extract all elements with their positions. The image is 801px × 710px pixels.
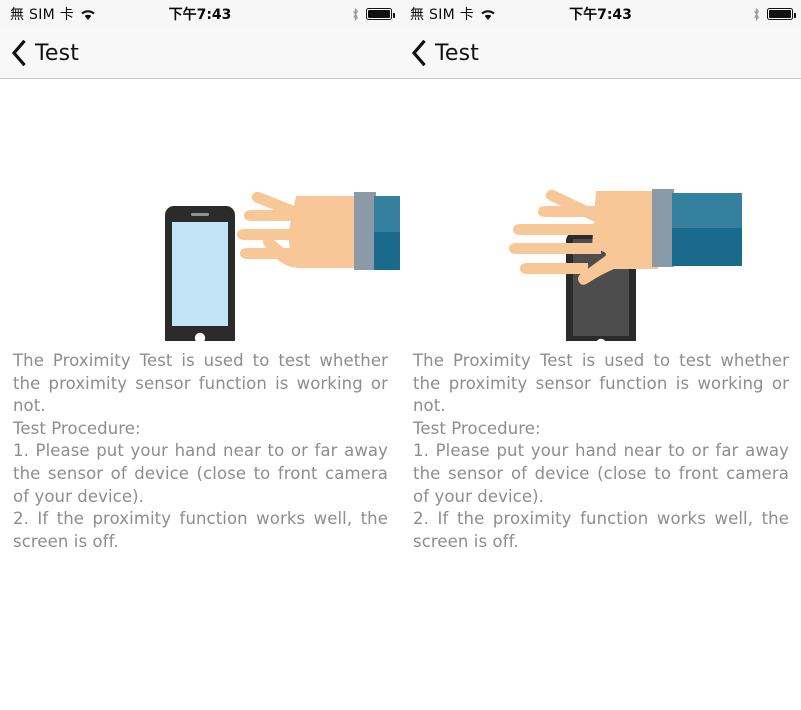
instruction-paragraph-1: The Proximity Test is used to test wheth… (13, 351, 388, 416)
instruction-paragraph-4: 2. If the proximity function works well,… (413, 509, 789, 551)
instruction-paragraph-4: 2. If the proximity function works well,… (13, 509, 388, 551)
status-bar-time: 下午7:43 (168, 7, 232, 23)
status-bar: 無 SIM 卡 下午7:43 (0, 0, 400, 28)
status-bar-right (752, 0, 796, 28)
status-bar-right (351, 0, 395, 28)
instructions-text: The Proximity Test is used to test wheth… (413, 350, 789, 553)
battery-icon (366, 8, 395, 20)
phone-graphic-on (165, 206, 235, 341)
illustration-hand-covering-phone (400, 79, 801, 341)
instruction-paragraph-1: The Proximity Test is used to test wheth… (413, 351, 789, 416)
navigation-bar: Test (400, 28, 801, 79)
instruction-paragraph-3: 1. Please put your hand near to or far a… (413, 441, 789, 506)
instruction-paragraph-3: 1. Please put your hand near to or far a… (13, 441, 388, 506)
status-bar: 無 SIM 卡 下午7:43 (400, 0, 801, 28)
status-bar-time: 下午7:43 (569, 7, 632, 23)
hand-graphic (237, 191, 400, 270)
instructions-text: The Proximity Test is used to test wheth… (13, 350, 388, 553)
screen-left: 無 SIM 卡 下午7:43 Test The Proximity Test i… (0, 0, 400, 710)
page-title: Test (435, 40, 480, 66)
illustration-hand-away-from-phone (0, 79, 400, 341)
bluetooth-icon (351, 7, 360, 22)
instruction-paragraph-2: Test Procedure: (413, 418, 541, 438)
back-button[interactable] (11, 40, 35, 66)
bluetooth-icon (752, 7, 761, 22)
instruction-paragraph-2: Test Procedure: (13, 418, 141, 438)
screenshot-pair: 無 SIM 卡 下午7:43 Test The Proximity Test i… (0, 0, 801, 710)
screen-right: 無 SIM 卡 下午7:43 Test The Proximity Test i… (400, 0, 801, 710)
navigation-bar: Test (0, 28, 400, 79)
battery-icon (767, 8, 796, 20)
back-button[interactable] (411, 40, 435, 66)
page-title: Test (35, 40, 80, 66)
